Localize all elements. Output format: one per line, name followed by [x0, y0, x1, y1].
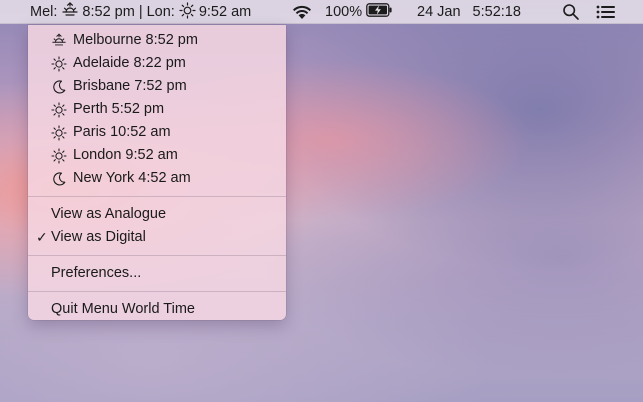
menu-item-label: View as Analogue [51, 206, 167, 222]
menu-item-view-digital[interactable]: ✓ View as Digital [28, 226, 286, 249]
moon-icon [51, 79, 67, 95]
menu-bar: Mel: 8:52 pm | Lon: 9:52 am 100% 24 Jan … [0, 0, 643, 24]
city2-time: 9:52 am [198, 4, 252, 20]
world-time-menu: Melbourne 8:52 pm Adelaide 8:22 pm Brisb… [28, 25, 286, 320]
sun-icon [51, 55, 67, 72]
sun-icon [51, 124, 67, 141]
wifi-icon[interactable] [291, 0, 313, 24]
menu-item-label: Brisbane 7:52 pm [73, 78, 187, 94]
menu-item-quit[interactable]: Quit Menu World Time [28, 298, 286, 321]
desktop-background: Mel: 8:52 pm | Lon: 9:52 am 100% 24 Jan … [0, 0, 643, 402]
menu-item-label: View as Digital [51, 229, 146, 245]
menu-item-city[interactable]: Paris 10:52 am [28, 121, 286, 144]
list-icon[interactable] [596, 0, 616, 24]
menu-item-city[interactable]: Melbourne 8:52 pm [28, 29, 286, 52]
menu-item-label: New York 4:52 am [73, 170, 191, 186]
menubar-clock[interactable]: 24 Jan 5:52:18 [417, 0, 521, 24]
city2-label: Lon: [146, 4, 175, 20]
city1-time: 8:52 pm [82, 4, 135, 20]
menu-separator [28, 196, 286, 197]
menu-separator [28, 291, 286, 292]
sun-icon [51, 147, 67, 164]
menu-item-city[interactable]: Adelaide 8:22 pm [28, 52, 286, 75]
menu-item-label: Melbourne 8:52 pm [73, 32, 198, 48]
menu-item-label: London 9:52 am [73, 147, 178, 163]
menubar-time: 5:52:18 [472, 4, 521, 20]
menu-item-city[interactable]: New York 4:52 am [28, 167, 286, 190]
menu-item-city[interactable]: Brisbane 7:52 pm [28, 75, 286, 98]
sunrise-icon [61, 2, 79, 22]
menu-item-label: Perth 5:52 pm [73, 101, 165, 117]
sunrise-icon [51, 33, 67, 49]
menu-item-label: Quit Menu World Time [51, 301, 195, 317]
menu-item-view-analogue[interactable]: View as Analogue [28, 203, 286, 226]
battery-percent: 100% [325, 4, 363, 20]
checkmark-icon: ✓ [36, 229, 48, 245]
sun-icon [179, 1, 196, 23]
menu-separator [28, 255, 286, 256]
menu-item-city[interactable]: Perth 5:52 pm [28, 98, 286, 121]
city1-label: Mel: [30, 4, 58, 20]
menu-item-label: Adelaide 8:22 pm [73, 55, 186, 71]
moon-icon [51, 171, 67, 187]
battery-status-item[interactable]: 100% [325, 0, 393, 24]
menu-item-preferences[interactable]: Preferences... [28, 262, 286, 285]
search-icon[interactable] [562, 0, 580, 24]
menu-item-label: Preferences... [51, 265, 142, 281]
sun-icon [51, 101, 67, 118]
divider: | [138, 4, 143, 20]
battery-charging-icon [366, 3, 393, 21]
menu-item-city[interactable]: London 9:52 am [28, 144, 286, 167]
menubar-date: 24 Jan [417, 4, 461, 20]
menu-item-label: Paris 10:52 am [73, 124, 171, 140]
world-time-status-item[interactable]: Mel: 8:52 pm | Lon: 9:52 am [30, 0, 251, 24]
